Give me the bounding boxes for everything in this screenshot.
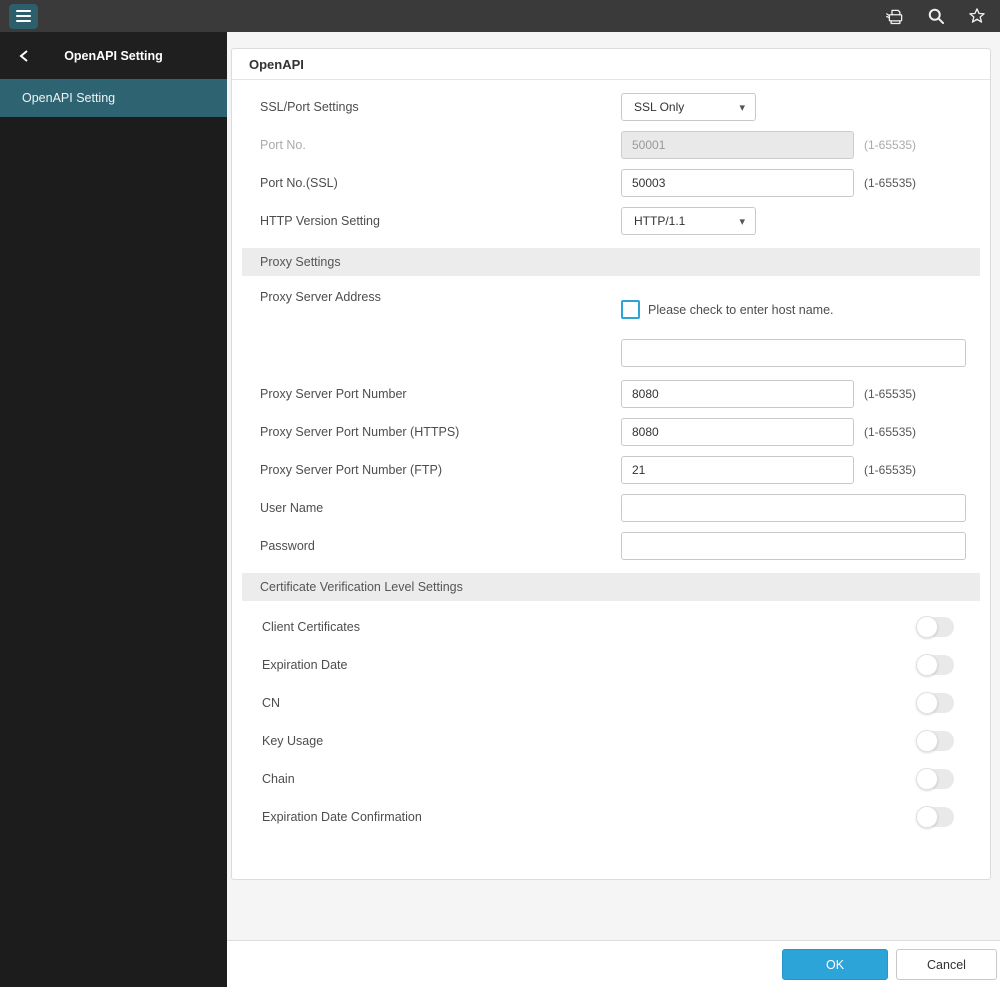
sidebar: OpenAPI Setting OpenAPI Setting xyxy=(0,32,227,987)
host-name-checkbox-label: Please check to enter host name. xyxy=(648,302,834,317)
main-content: OpenAPI SSL/Port Settings SSL Only Port … xyxy=(227,32,1000,987)
http-version-label: HTTP Version Setting xyxy=(260,214,380,228)
certificate-section: Client Certificates Expiration Date CN K… xyxy=(232,601,990,836)
sidebar-header: OpenAPI Setting xyxy=(0,32,227,79)
client-certificates-toggle[interactable] xyxy=(916,616,954,638)
port-no-ssl-input[interactable] xyxy=(621,169,854,197)
password-label: Password xyxy=(260,539,315,553)
cn-row: CN xyxy=(232,684,990,722)
expiration-date-label: Expiration Date xyxy=(262,658,348,672)
expiration-date-confirmation-label: Expiration Date Confirmation xyxy=(262,810,422,824)
proxy-port-ftp-input[interactable] xyxy=(621,456,854,484)
password-input[interactable] xyxy=(621,532,966,560)
openapi-section: SSL/Port Settings SSL Only Port No. (1-6… xyxy=(232,80,990,240)
footer-bar: OK Cancel xyxy=(227,940,1000,987)
cancel-button[interactable]: Cancel xyxy=(896,949,997,980)
star-icon[interactable] xyxy=(966,5,988,27)
proxy-settings-header: Proxy Settings xyxy=(242,248,980,276)
key-usage-toggle[interactable] xyxy=(916,730,954,752)
proxy-port-https-row: Proxy Server Port Number (HTTPS) (1-6553… xyxy=(232,413,990,451)
client-certificates-row: Client Certificates xyxy=(232,608,990,646)
chain-label: Chain xyxy=(262,772,295,786)
certificate-settings-header: Certificate Verification Level Settings xyxy=(242,573,980,601)
port-no-row: Port No. (1-65535) xyxy=(232,126,990,164)
printer-icon[interactable] xyxy=(884,5,906,27)
proxy-port-ftp-row: Proxy Server Port Number (FTP) (1-65535) xyxy=(232,451,990,489)
proxy-port-https-input[interactable] xyxy=(621,418,854,446)
chain-toggle[interactable] xyxy=(916,768,954,790)
top-bar xyxy=(0,0,1000,32)
port-no-ssl-range-hint: (1-65535) xyxy=(864,176,917,190)
openapi-panel: OpenAPI SSL/Port Settings SSL Only Port … xyxy=(231,48,991,880)
sidebar-item-openapi-setting[interactable]: OpenAPI Setting xyxy=(0,79,227,117)
port-no-ssl-row: Port No.(SSL) (1-65535) xyxy=(232,164,990,202)
expiration-date-row: Expiration Date xyxy=(232,646,990,684)
cn-toggle[interactable] xyxy=(916,692,954,714)
proxy-port-https-label: Proxy Server Port Number (HTTPS) xyxy=(260,425,460,439)
sidebar-item-label: OpenAPI Setting xyxy=(22,91,116,105)
user-name-input[interactable] xyxy=(621,494,966,522)
hamburger-menu-button[interactable] xyxy=(9,3,38,29)
search-icon[interactable] xyxy=(925,5,947,27)
ssl-port-settings-select[interactable]: SSL Only xyxy=(621,93,756,121)
proxy-port-ftp-range-hint: (1-65535) xyxy=(864,463,917,477)
proxy-port-range-hint: (1-65535) xyxy=(864,387,917,401)
cn-label: CN xyxy=(262,696,281,710)
proxy-port-input[interactable] xyxy=(621,380,854,408)
chain-row: Chain xyxy=(232,760,990,798)
topbar-actions xyxy=(884,5,1000,27)
port-no-ssl-label: Port No.(SSL) xyxy=(260,176,338,190)
proxy-port-ftp-label: Proxy Server Port Number (FTP) xyxy=(260,463,442,477)
port-no-range-hint: (1-65535) xyxy=(864,138,917,152)
proxy-port-https-range-hint: (1-65535) xyxy=(864,425,917,439)
expiration-date-confirmation-toggle[interactable] xyxy=(916,806,954,828)
user-name-label: User Name xyxy=(260,501,324,515)
ssl-port-settings-value: SSL Only xyxy=(634,100,685,114)
http-version-select[interactable]: HTTP/1.1 xyxy=(621,207,756,235)
password-row: Password xyxy=(232,527,990,565)
client-certificates-label: Client Certificates xyxy=(262,620,360,634)
user-name-row: User Name xyxy=(232,489,990,527)
host-name-checkbox[interactable] xyxy=(621,300,640,319)
proxy-server-address-label: Proxy Server Address xyxy=(260,290,381,304)
expiration-date-toggle[interactable] xyxy=(916,654,954,676)
hamburger-icon xyxy=(16,10,31,12)
key-usage-label: Key Usage xyxy=(262,734,324,748)
back-button[interactable] xyxy=(10,32,38,79)
proxy-server-address-input[interactable] xyxy=(621,339,966,367)
proxy-port-row: Proxy Server Port Number (1-65535) xyxy=(232,375,990,413)
ssl-port-settings-label: SSL/Port Settings xyxy=(260,100,359,114)
proxy-section: Proxy Server Address Please check to ent… xyxy=(232,276,990,565)
chevron-left-icon xyxy=(19,49,28,62)
chevron-down-icon xyxy=(739,100,745,114)
expiration-date-confirmation-row: Expiration Date Confirmation xyxy=(232,798,990,836)
ok-button[interactable]: OK xyxy=(782,949,888,980)
chevron-down-icon xyxy=(739,214,745,228)
port-no-input xyxy=(621,131,854,159)
ssl-port-settings-row: SSL/Port Settings SSL Only xyxy=(232,88,990,126)
proxy-port-label: Proxy Server Port Number xyxy=(260,387,407,401)
proxy-server-address-row: Proxy Server Address Please check to ent… xyxy=(232,276,990,367)
port-no-label: Port No. xyxy=(260,138,306,152)
http-version-row: HTTP Version Setting HTTP/1.1 xyxy=(232,202,990,240)
http-version-value: HTTP/1.1 xyxy=(634,214,686,228)
panel-title: OpenAPI xyxy=(232,49,990,80)
key-usage-row: Key Usage xyxy=(232,722,990,760)
